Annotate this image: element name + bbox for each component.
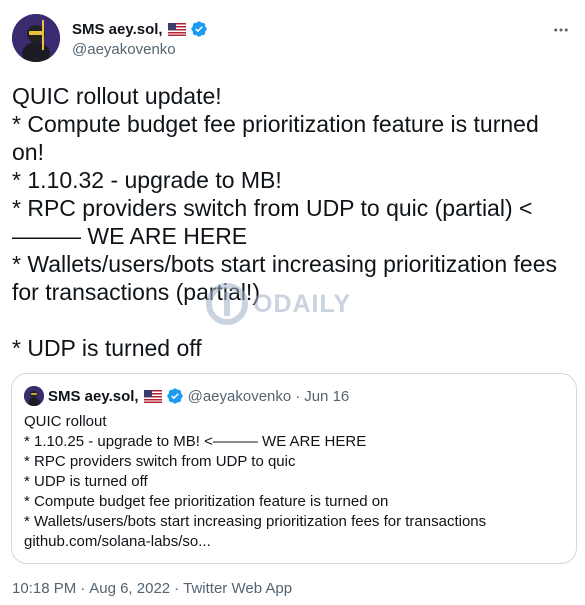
separator-dot: · [80, 580, 86, 597]
avatar[interactable] [12, 14, 60, 62]
quoted-tweet[interactable]: SMS aey.sol, @aeyakovenko · Jun 16 QUIC … [11, 373, 577, 564]
quoted-handle: @aeyakovenko [187, 387, 292, 405]
quoted-display-name: SMS aey.sol, [48, 387, 139, 405]
quoted-date[interactable]: Jun 16 [304, 388, 349, 405]
odaily-logo-icon [206, 283, 248, 325]
tweet-date[interactable]: Aug 6, 2022 [89, 580, 170, 597]
separator-dot: · [174, 580, 180, 597]
verified-badge-icon [190, 20, 208, 38]
verified-badge-icon [166, 387, 184, 405]
author-display-name[interactable]: SMS aey.sol, [72, 21, 163, 38]
tweet-source[interactable]: Twitter Web App [183, 580, 292, 597]
tweet-header: SMS aey.sol, @aeyakovenko [12, 14, 573, 66]
watermark: ODAILY [205, 282, 351, 326]
separator-dot: · [295, 387, 301, 405]
more-options-icon[interactable] [549, 18, 573, 42]
tweet-meta: 10:18 PM · Aug 6, 2022 · Twitter Web App [12, 580, 292, 597]
quoted-avatar [24, 386, 44, 406]
tweet-time[interactable]: 10:18 PM [12, 580, 76, 597]
author-handle[interactable]: @aeyakovenko [72, 41, 208, 58]
watermark-text: ODAILY [253, 289, 352, 318]
us-flag-icon [167, 22, 186, 36]
quoted-tweet-text: QUIC rollout * 1.10.25 - upgrade to MB! … [24, 413, 487, 550]
us-flag-icon [143, 389, 162, 403]
